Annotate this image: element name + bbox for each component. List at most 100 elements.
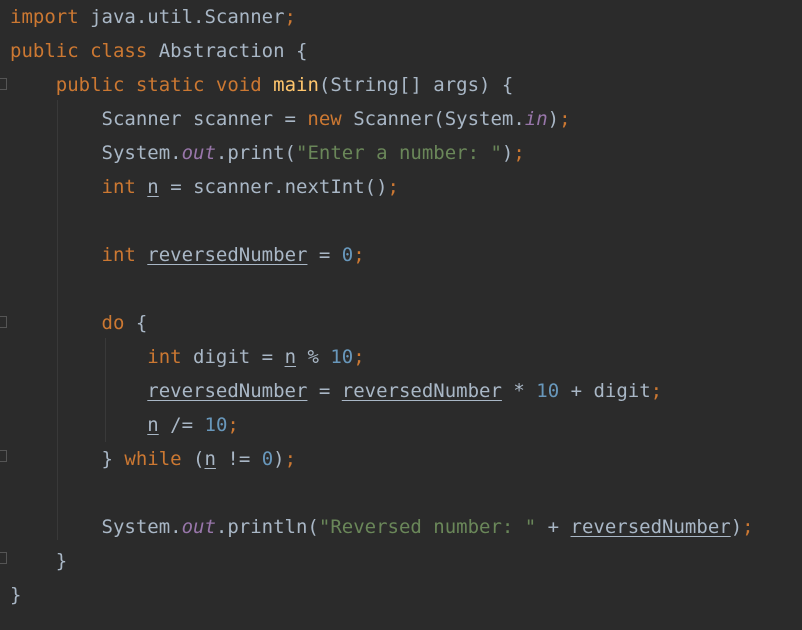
fold-marker-icon[interactable] [0,552,7,564]
code-token: } [101,448,125,470]
code-line[interactable]: do { [10,309,148,337]
code-line[interactable]: public class Abstraction { [10,37,307,65]
code-line[interactable]: } while (n != 0); [10,445,297,473]
code-token: reversedNumber [147,380,308,402]
code-token: main [273,74,319,96]
code-token: "Reversed number: " [318,516,537,538]
code-token: 10 [330,346,354,368]
code-token: System. [101,516,182,538]
code-token: ; [513,142,525,164]
code-token: 0 [261,448,274,470]
code-token: reversedNumber [147,244,308,266]
code-token: % [296,346,331,368]
code-token: } [10,584,22,606]
code-line[interactable]: int n = scanner.nextInt(); [10,173,399,201]
code-token: != [215,448,262,470]
code-line[interactable]: System.out.print("Enter a number: "); [10,139,525,167]
code-token: java.util.Scanner [78,6,285,28]
code-line[interactable]: Scanner scanner = new Scanner(System.in)… [10,105,571,133]
code-token: Abstraction { [147,40,308,62]
code-token: ( [181,448,205,470]
code-token: ) [547,108,560,130]
code-token: 0 [341,244,354,266]
code-token: /= [158,414,205,436]
fold-marker-icon[interactable] [0,316,7,328]
code-token: = scanner.nextInt() [158,176,388,198]
code-token: 10 [204,414,228,436]
code-token: = [307,380,342,402]
code-token: "Enter a number: " [296,142,502,164]
code-token: (String[] args) { [318,74,514,96]
code-token: int [101,244,136,266]
code-token: digit = [181,346,285,368]
code-line[interactable]: reversedNumber = reversedNumber * 10 + d… [10,377,662,405]
fold-marker-icon[interactable] [0,78,7,90]
code-token: n [204,448,216,470]
code-token: ; [284,448,297,470]
code-token: reversedNumber [341,380,502,402]
code-editor[interactable]: import java.util.Scanner; public class Ab… [0,0,802,630]
code-token: n [147,176,159,198]
code-token: ; [387,176,399,198]
code-token: + digit [559,380,651,402]
code-token: { [124,312,148,334]
code-token: int [147,346,182,368]
code-token: ) [273,448,285,470]
code-token: System. [101,142,182,164]
code-token: public static void [55,74,262,96]
code-token: .print( [215,142,296,164]
code-token: ) [730,516,743,538]
code-token: + [536,516,571,538]
code-token: n [284,346,297,368]
code-token: out [181,142,216,164]
code-token: 10 [536,380,560,402]
code-token: ; [284,6,296,28]
code-token: Scanner(System. [341,108,525,130]
code-line[interactable]: import java.util.Scanner; [10,3,296,31]
code-line[interactable]: n /= 10; [10,411,239,439]
code-line[interactable]: int digit = n % 10; [10,343,365,371]
code-token: * [501,380,537,402]
code-token: Scanner scanner = [101,108,308,130]
fold-marker-icon[interactable] [0,450,7,462]
code-token: = [307,244,342,266]
code-token: new [307,108,342,130]
code-token: reversedNumber [570,516,731,538]
code-token: n [147,414,159,436]
code-token: ; [742,516,754,538]
code-token: ; [227,414,239,436]
code-token: ; [650,380,663,402]
code-line[interactable]: int reversedNumber = 0; [10,241,365,269]
code-token: ; [559,108,571,130]
code-token: } [55,550,68,572]
code-line[interactable]: System.out.println("Reversed number: " +… [10,513,754,541]
code-line[interactable]: } [10,547,67,575]
code-line[interactable]: public static void main(String[] args) { [10,71,514,99]
code-token: public class [10,40,148,62]
code-token: ; [353,244,365,266]
code-token: out [181,516,216,538]
code-token: in [524,108,548,130]
code-token: while [124,448,182,470]
code-token: ; [353,346,365,368]
code-token: int [101,176,136,198]
code-token: import [10,6,79,28]
code-line[interactable]: } [10,581,21,609]
code-token: .println( [215,516,319,538]
code-token: do [101,312,125,334]
